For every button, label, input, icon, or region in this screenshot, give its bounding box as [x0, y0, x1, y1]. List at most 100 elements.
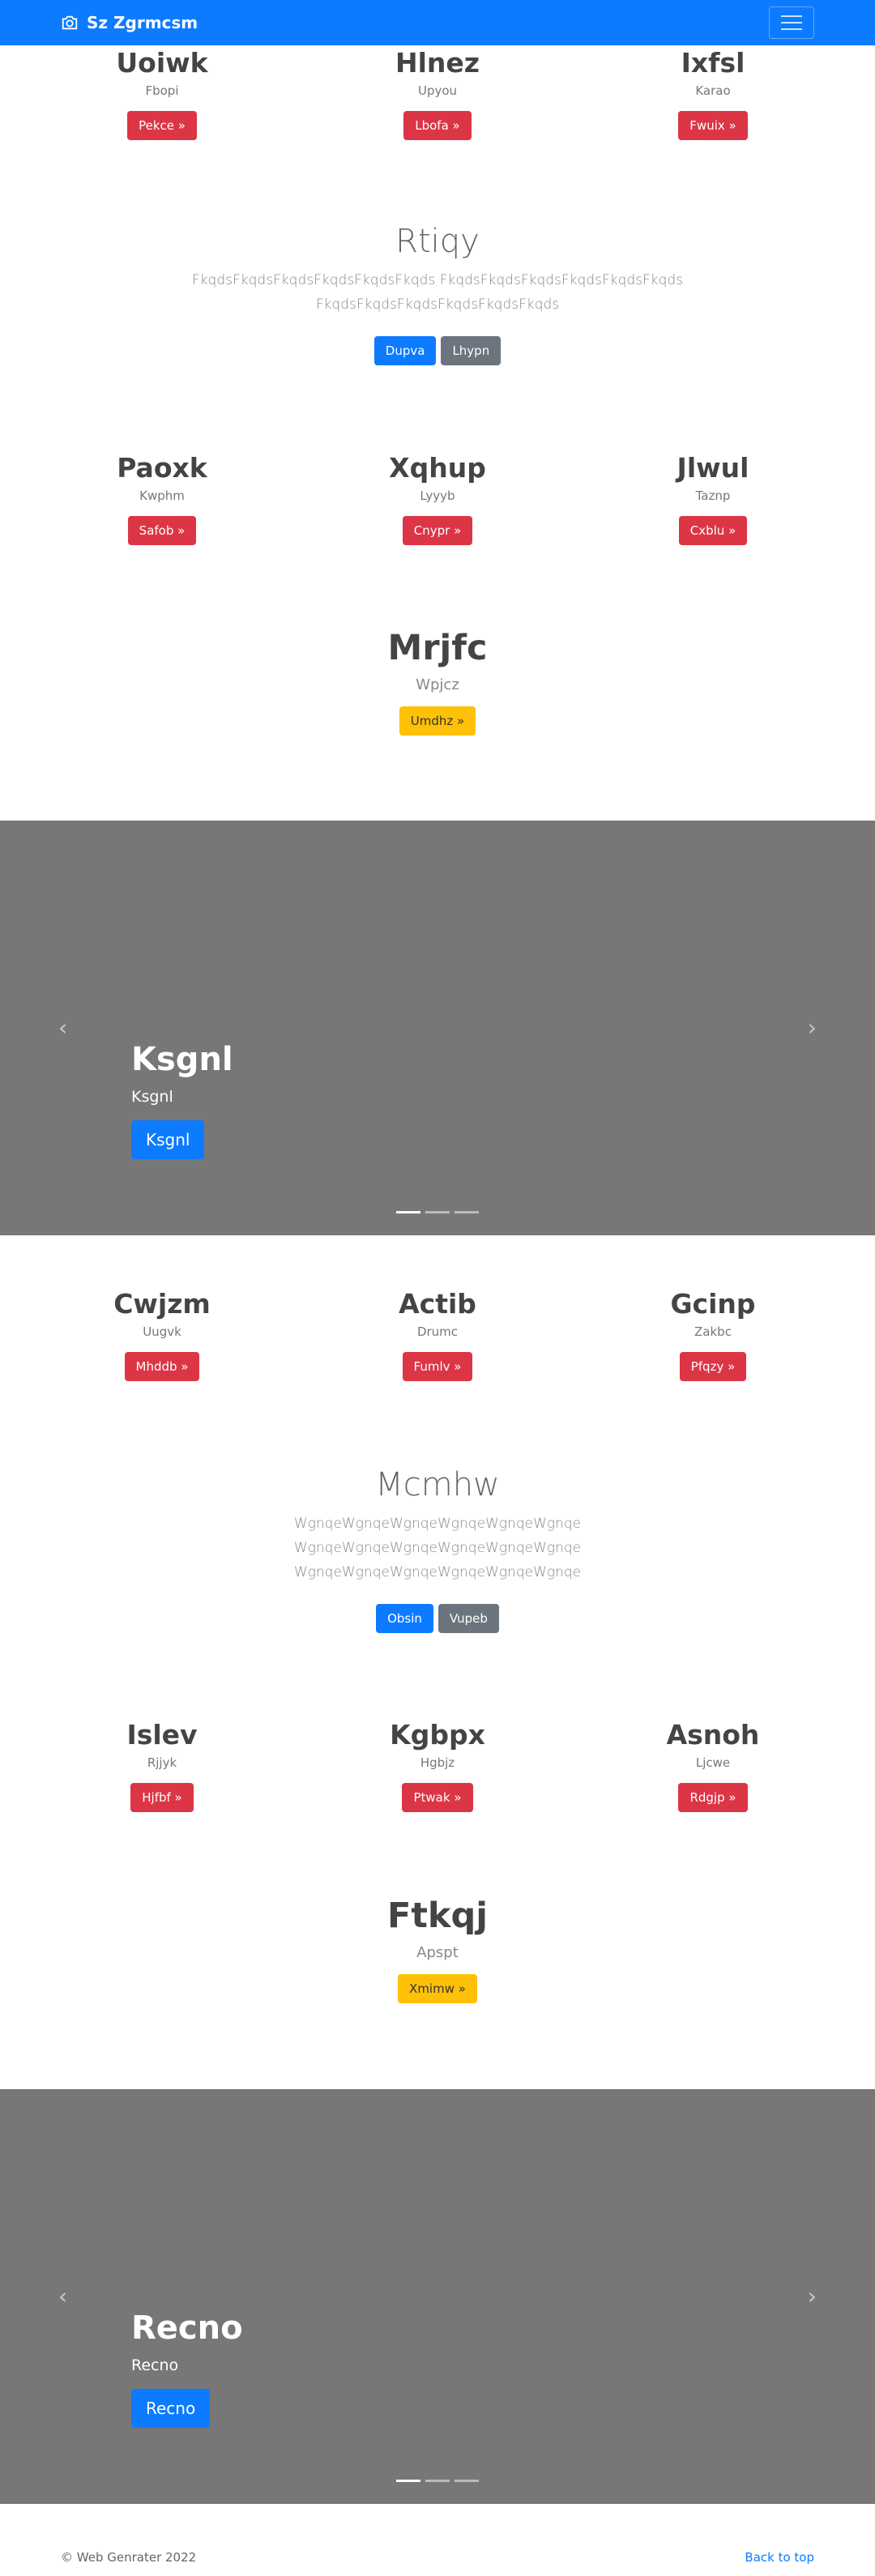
carousel-1: ‹ › Ksgnl Ksgnl Ksgnl: [0, 821, 875, 1235]
column-button[interactable]: Cxblu »: [678, 516, 748, 545]
primary-button[interactable]: Obsin: [376, 1604, 433, 1633]
carousel-next-icon[interactable]: ›: [808, 1017, 817, 1039]
feature-subtitle: Apspt: [416, 1944, 459, 1961]
column-subtitle: Ljcwe: [695, 1755, 731, 1770]
feature-subtitle: Wpjcz: [416, 676, 459, 693]
feature-column: Islev Rjjyk Hjfbf »: [89, 1719, 235, 1812]
navbar-toggler-button[interactable]: [769, 6, 814, 39]
column-button[interactable]: Mhddb »: [124, 1352, 200, 1381]
brand-name: Sz Zgrmcsm: [87, 13, 198, 32]
jumbotron-actions: Dupva Lhypn: [0, 336, 875, 365]
feature-heading: Ftkqj: [386, 1896, 489, 1936]
feature-row-4: Islev Rjjyk Hjfbf » Kgbpx Hgbjz Ptwak » …: [0, 1719, 875, 1812]
feature-column: Paoxk Kwphm Safob »: [89, 452, 235, 545]
carousel-heading: Recno: [131, 2309, 243, 2347]
carousel-prev-icon[interactable]: ‹: [58, 2285, 67, 2308]
column-button[interactable]: Fumlv »: [402, 1352, 473, 1381]
jumbotron-heading: Rtiqy: [395, 223, 480, 260]
carousel-indicator[interactable]: [425, 2480, 450, 2482]
column-heading: Xqhup: [389, 452, 486, 484]
feature-heading: Mrjfc: [387, 628, 488, 668]
carousel-indicator[interactable]: [425, 1211, 450, 1213]
column-heading: Paoxk: [117, 452, 207, 484]
carousel-indicator[interactable]: [396, 1211, 420, 1213]
column-subtitle: Uugvk: [143, 1324, 181, 1339]
feature-column: Kgbpx Hgbjz Ptwak »: [365, 1719, 510, 1812]
camera-icon: [62, 15, 78, 30]
jumbotron-heading: Mcmhw: [375, 1466, 500, 1503]
primary-button[interactable]: Dupva: [373, 336, 437, 365]
carousel-indicator[interactable]: [455, 2480, 479, 2482]
feature-button[interactable]: Xmimw »: [398, 1974, 477, 2003]
copyright-text: © Web Genrater 2022: [61, 2550, 197, 2565]
feature-block-2: Ftkqj Apspt Xmimw »: [0, 1896, 875, 2003]
carousel-button[interactable]: Ksgnl: [131, 1120, 205, 1159]
carousel-indicator[interactable]: [396, 2480, 420, 2482]
jumbotron-1: Rtiqy FkqdsFkqdsFkqdsFkqdsFkqdsFkqds Fkq…: [0, 223, 875, 365]
carousel-text: Ksgnl: [131, 1088, 173, 1106]
feature-column: Cwjzm Uugvk Mhddb »: [89, 1288, 235, 1381]
feature-column: Actib Drumc Fumlv »: [365, 1288, 510, 1381]
column-subtitle: Hgbjz: [420, 1755, 455, 1770]
jumbotron-text: WgnqeWgnqeWgnqeWgnqeWgnqeWgnqe WgnqeWgnq…: [293, 1516, 582, 1580]
secondary-button[interactable]: Vupeb: [438, 1604, 499, 1633]
column-subtitle: Karao: [695, 83, 731, 98]
carousel-caption: Ksgnl Ksgnl Ksgnl: [131, 1041, 233, 1159]
carousel-indicator[interactable]: [455, 1211, 479, 1213]
carousel-text: Recno: [131, 2356, 179, 2374]
navbar: Sz Zgrmcsm: [0, 0, 875, 45]
column-heading: Islev: [126, 1719, 198, 1751]
feature-row-1: Uoiwk Fbopi Pekce » Hlnez Upyou Lbofa » …: [0, 47, 875, 140]
column-heading: Cwjzm: [113, 1288, 211, 1320]
column-heading: Actib: [399, 1288, 476, 1320]
column-subtitle: Drumc: [416, 1324, 459, 1339]
column-button[interactable]: Pfqzy »: [679, 1352, 747, 1381]
feature-row-3: Cwjzm Uugvk Mhddb » Actib Drumc Fumlv » …: [0, 1288, 875, 1381]
column-heading: Ixfsl: [681, 47, 745, 79]
footer: © Web Genrater 2022 Back to top: [0, 2550, 875, 2565]
carousel-2: ‹ › Recno Recno Recno: [0, 2089, 875, 2504]
carousel-heading: Ksgnl: [131, 1041, 233, 1078]
column-heading: Jlwul: [677, 452, 749, 484]
column-button[interactable]: Rdgjp »: [678, 1783, 748, 1812]
back-to-top-link[interactable]: Back to top: [745, 2550, 814, 2565]
column-button[interactable]: Hjfbf »: [130, 1783, 194, 1812]
column-button[interactable]: Ptwak »: [402, 1783, 473, 1812]
carousel-button[interactable]: Recno: [131, 2389, 211, 2428]
feature-column: Asnoh Ljcwe Rdgjp »: [640, 1719, 786, 1812]
secondary-button[interactable]: Lhypn: [441, 336, 502, 365]
feature-row-2: Paoxk Kwphm Safob » Xqhup Lyyyb Cnypr » …: [0, 452, 875, 545]
column-subtitle: Upyou: [417, 83, 458, 98]
column-subtitle: Kwphm: [139, 488, 185, 503]
carousel-indicators: [0, 2480, 875, 2482]
column-heading: Hlnez: [395, 47, 480, 79]
column-button[interactable]: Pekce »: [127, 111, 197, 140]
carousel-prev-icon[interactable]: ‹: [58, 1017, 67, 1039]
feature-column: Hlnez Upyou Lbofa »: [365, 47, 510, 140]
column-button[interactable]: Safob »: [127, 516, 197, 545]
column-button[interactable]: Cnypr »: [402, 516, 473, 545]
carousel-next-icon[interactable]: ›: [808, 2285, 817, 2308]
carousel-indicators: [0, 1211, 875, 1213]
feature-column: Gcinp Zakbc Pfqzy »: [640, 1288, 786, 1381]
column-heading: Asnoh: [666, 1719, 760, 1751]
jumbotron-text: FkqdsFkqdsFkqdsFkqdsFkqdsFkqds FkqdsFkqd…: [191, 272, 684, 313]
column-subtitle: Taznp: [695, 488, 731, 503]
column-subtitle: Zakbc: [694, 1324, 732, 1339]
column-heading: Kgbpx: [390, 1719, 485, 1751]
hamburger-icon: [781, 15, 802, 17]
feature-block-1: Mrjfc Wpjcz Umdhz »: [0, 628, 875, 736]
jumbotron-2: Mcmhw WgnqeWgnqeWgnqeWgnqeWgnqeWgnqe Wgn…: [0, 1466, 875, 1633]
column-heading: Uoiwk: [116, 47, 208, 79]
feature-button[interactable]: Umdhz »: [399, 706, 476, 736]
column-subtitle: Rjjyk: [147, 1755, 177, 1770]
column-button[interactable]: Lbofa »: [403, 111, 472, 140]
carousel-caption: Recno Recno Recno: [131, 2309, 243, 2428]
brand-link[interactable]: Sz Zgrmcsm: [61, 13, 198, 32]
column-button[interactable]: Fwuix »: [678, 111, 748, 140]
column-heading: Gcinp: [670, 1288, 756, 1320]
column-subtitle: Fbopi: [145, 83, 179, 98]
feature-column: Uoiwk Fbopi Pekce »: [89, 47, 235, 140]
jumbotron-actions: Obsin Vupeb: [0, 1604, 875, 1633]
feature-column: Xqhup Lyyyb Cnypr »: [365, 452, 510, 545]
